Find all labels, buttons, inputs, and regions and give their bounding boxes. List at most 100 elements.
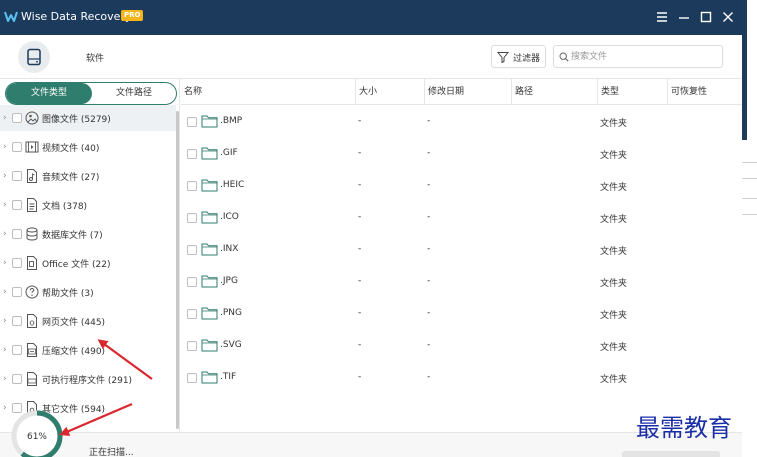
category-item-audio[interactable]: › 音频文件 (27) (0, 163, 176, 189)
filter-icon (497, 52, 509, 63)
row-checkbox[interactable] (187, 277, 197, 287)
minimize-icon[interactable] (677, 10, 691, 24)
category-scrollbar[interactable] (176, 111, 179, 429)
file-type: 文件夹 (600, 343, 628, 353)
category-label: 帮助文件 (3) (42, 289, 94, 299)
file-type: 文件夹 (600, 247, 628, 257)
file-name: .INX (220, 244, 239, 254)
file-date: - (427, 340, 431, 350)
maximize-icon[interactable] (699, 10, 713, 24)
search-box[interactable] (553, 45, 723, 68)
chevron-right-icon[interactable]: › (3, 113, 7, 123)
category-item-video[interactable]: › 视频文件 (40) (0, 134, 176, 160)
category-item-documents[interactable]: › 文档 (378) (0, 192, 176, 218)
category-checkbox[interactable] (12, 200, 22, 210)
category-checkbox[interactable] (12, 287, 22, 297)
file-type: 文件夹 (600, 375, 628, 385)
filter-button[interactable]: 过滤器 (491, 45, 546, 68)
category-label: 数据库文件 (7) (42, 231, 103, 241)
search-input[interactable] (571, 49, 719, 64)
row-checkbox[interactable] (187, 245, 197, 255)
file-name: .JPG (220, 276, 238, 286)
file-type: 文件夹 (600, 151, 628, 161)
chevron-right-icon[interactable]: › (3, 229, 7, 239)
row-checkbox[interactable] (187, 117, 197, 127)
table-row[interactable]: .PNG - - 文件夹 (181, 298, 742, 330)
row-checkbox[interactable] (187, 181, 197, 191)
file-size: - (358, 180, 362, 190)
column-header-size[interactable]: 大小 (355, 79, 424, 105)
device-button[interactable] (18, 41, 50, 73)
image-file-icon (25, 111, 39, 125)
chevron-right-icon[interactable]: › (3, 403, 7, 413)
table-row[interactable]: .JPG - - 文件夹 (181, 266, 742, 298)
table-row[interactable]: .INX - - 文件夹 (181, 234, 742, 266)
file-type: 文件夹 (600, 311, 628, 321)
chevron-right-icon[interactable]: › (3, 345, 7, 355)
column-header-recoverability[interactable]: 可恢复性 (667, 79, 737, 105)
device-label: 软件 (86, 54, 105, 64)
table-row[interactable]: .SVG - - 文件夹 (181, 330, 742, 362)
file-type: 文件夹 (600, 119, 628, 129)
category-checkbox[interactable] (12, 113, 22, 123)
row-checkbox[interactable] (187, 373, 197, 383)
file-size: - (358, 308, 362, 318)
row-checkbox[interactable] (187, 213, 197, 223)
table-row[interactable]: .TIF - - 文件夹 (181, 362, 742, 394)
category-checkbox[interactable] (12, 229, 22, 239)
file-date: - (427, 148, 431, 158)
close-icon[interactable] (721, 10, 735, 24)
column-header-path[interactable]: 路径 (511, 79, 597, 105)
category-checkbox[interactable] (12, 171, 22, 181)
tab-file-path[interactable]: 文件路径 (92, 83, 176, 104)
category-item-web[interactable]: › 网页文件 (445) (0, 308, 176, 334)
document-icon (27, 198, 37, 212)
column-header-type[interactable]: 类型 (597, 79, 667, 105)
chevron-right-icon[interactable]: › (3, 287, 7, 297)
category-item-database[interactable]: › 数据库文件 (7) (0, 221, 176, 247)
category-checkbox[interactable] (12, 258, 22, 268)
filter-label: 过滤器 (513, 54, 541, 64)
category-checkbox[interactable] (12, 345, 22, 355)
category-checkbox[interactable] (12, 374, 22, 384)
file-size: - (358, 116, 362, 126)
file-name: .BMP (220, 116, 243, 126)
row-checkbox[interactable] (187, 309, 197, 319)
category-item-exe[interactable]: › 可执行程序文件 (291) (0, 366, 176, 392)
table-row[interactable]: .HEIC - - 文件夹 (181, 170, 742, 202)
row-checkbox[interactable] (187, 341, 197, 351)
file-name: .HEIC (220, 180, 245, 190)
file-date: - (427, 244, 431, 254)
table-row[interactable]: .ICO - - 文件夹 (181, 202, 742, 234)
chevron-right-icon[interactable]: › (3, 171, 7, 181)
app-title: Wise Data Recovery (21, 10, 132, 23)
category-item-zip[interactable]: › 压缩文件 (490) (0, 337, 176, 363)
table-row[interactable]: .GIF - - 文件夹 (181, 138, 742, 170)
folder-icon (201, 339, 218, 352)
chevron-right-icon[interactable]: › (3, 374, 7, 384)
chevron-right-icon[interactable]: › (3, 200, 7, 210)
stop-scan-button[interactable] (622, 451, 720, 457)
help-file-icon (25, 285, 39, 299)
folder-icon (201, 275, 218, 288)
chevron-right-icon[interactable]: › (3, 258, 7, 268)
column-header-date[interactable]: 修改日期 (424, 79, 511, 105)
category-label: 图像文件 (5279) (42, 115, 111, 125)
category-item-office[interactable]: › Office 文件 (22) (0, 250, 176, 276)
table-row[interactable]: .BMP - - 文件夹 (181, 106, 742, 138)
chevron-right-icon[interactable]: › (3, 316, 7, 326)
column-header-name[interactable]: 名称 (181, 79, 355, 105)
file-size: - (358, 212, 362, 222)
category-label: 视频文件 (40) (42, 144, 100, 154)
tab-file-type[interactable]: 文件类型 (6, 83, 92, 104)
menu-icon[interactable] (655, 10, 669, 24)
database-icon (26, 227, 38, 241)
category-checkbox[interactable] (12, 142, 22, 152)
category-item-help[interactable]: › 帮助文件 (3) (0, 279, 176, 305)
row-checkbox[interactable] (187, 149, 197, 159)
file-name: .GIF (220, 148, 238, 158)
category-checkbox[interactable] (12, 316, 22, 326)
app-logo-icon (4, 11, 18, 22)
chevron-right-icon[interactable]: › (3, 142, 7, 152)
category-item-images[interactable]: › 图像文件 (5279) (0, 105, 176, 131)
